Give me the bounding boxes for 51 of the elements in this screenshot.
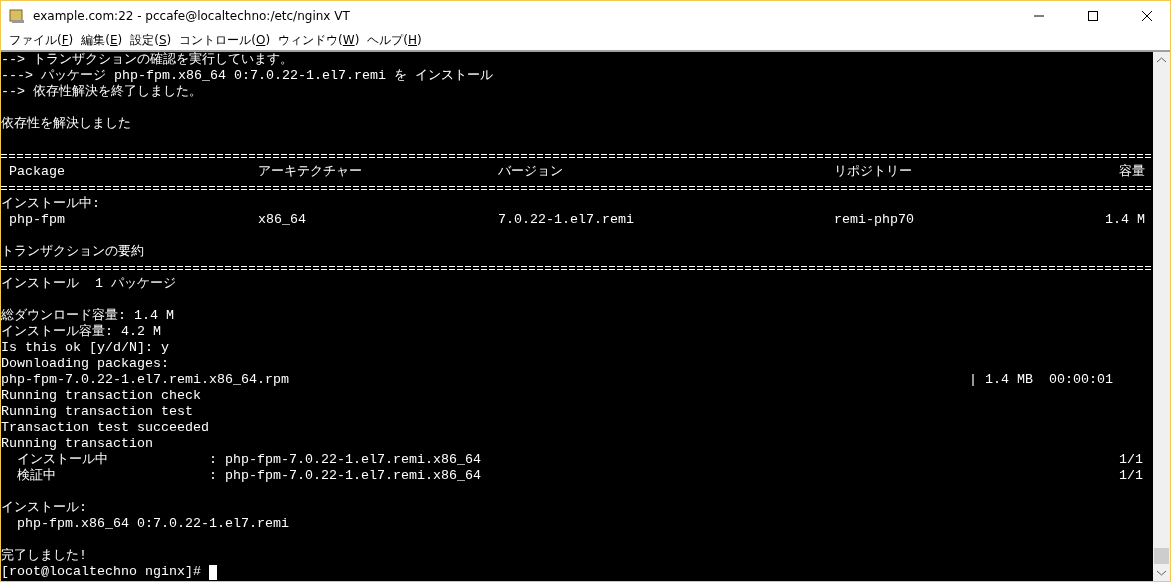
terminal-line: 完了しました!	[1, 548, 87, 564]
terminal-line: Transaction test succeeded	[1, 420, 209, 436]
scrollbar[interactable]	[1153, 52, 1170, 581]
scroll-up-icon[interactable]	[1157, 57, 1166, 63]
terminal-line: ---> パッケージ php-fpm.x86_64 0:7.0.22-1.el7.remi を インストール	[1, 68, 493, 84]
terminal-line: Running transaction	[1, 436, 153, 452]
terminal-line: Running transaction check	[1, 388, 201, 404]
table-cell: remi-php70	[834, 212, 914, 228]
menu-item[interactable]: ヘルプ(H)	[363, 31, 426, 49]
window-title: example.com:22 - pccafe@localtechno:/etc/nginx VT	[33, 8, 351, 23]
menu-item[interactable]: ウィンドウ(W)	[274, 31, 364, 49]
terminal-line: 依存性を解決しました	[1, 116, 131, 132]
terminal-line: インストール中:	[1, 196, 100, 212]
shell-prompt: [root@localtechno nginx]#	[1, 564, 201, 580]
terminal-line: インストール容量: 4.2 M	[1, 324, 161, 340]
close-icon	[1142, 10, 1152, 21]
step-label: 検証中	[17, 468, 56, 484]
table-cell: 容量	[1119, 164, 1145, 180]
table-cell: バージョン	[498, 164, 563, 180]
step-label: インストール中	[17, 452, 108, 468]
step-package: : php-fpm-7.0.22-1.el7.remi.x86_64	[209, 468, 481, 484]
menu-item[interactable]: 編集(E)	[77, 31, 127, 49]
terminal-line: php-fpm-7.0.22-1.el7.remi.x86_64.rpm	[1, 372, 289, 388]
scrollbar-thumb[interactable]	[1154, 548, 1169, 564]
maximize-icon	[1088, 10, 1098, 21]
terminal-line: --> トランザクションの確認を実行しています。	[1, 52, 293, 68]
terminal-line: --> 依存性解決を終了しました。	[1, 84, 202, 100]
menu-item[interactable]: 設定(S)	[126, 31, 176, 49]
step-package: : php-fpm-7.0.22-1.el7.remi.x86_64	[209, 452, 481, 468]
table-cell: リポジトリー	[834, 164, 912, 180]
terminal-line: トランザクションの要約	[1, 244, 144, 260]
table-cell: 1.4 M	[1105, 212, 1145, 228]
table-cell: Package	[9, 164, 65, 180]
table-cell: アーキテクチャー	[258, 164, 362, 180]
terminal-line: Downloading packages:	[1, 356, 169, 372]
step-count: 1/1	[1119, 452, 1143, 468]
step-count: 1/1	[1119, 468, 1143, 484]
terminal-line: Running transaction test	[1, 404, 193, 420]
download-stats: | 1.4 MB 00:00:01	[969, 372, 1113, 388]
terminal-line: インストール 1 パッケージ	[1, 276, 176, 292]
terminal-app-icon	[9, 7, 25, 24]
table-cell: x86_64	[258, 212, 306, 228]
terminal-line: 総ダウンロード容量: 1.4 M	[1, 308, 174, 324]
table-cell: php-fpm	[9, 212, 65, 228]
terminal-line: php-fpm.x86_64 0:7.0.22-1.el7.remi	[16, 516, 289, 532]
menu-item[interactable]: コントロール(O)	[175, 31, 275, 49]
table-cell: 7.0.22-1.el7.remi	[498, 212, 634, 228]
terminal-line: インストール:	[1, 500, 87, 516]
terminal-line: Is this ok [y/d/N]: y	[1, 340, 169, 356]
menu-item[interactable]: ファイル(F)	[5, 31, 78, 49]
scroll-down-icon[interactable]	[1157, 570, 1166, 576]
